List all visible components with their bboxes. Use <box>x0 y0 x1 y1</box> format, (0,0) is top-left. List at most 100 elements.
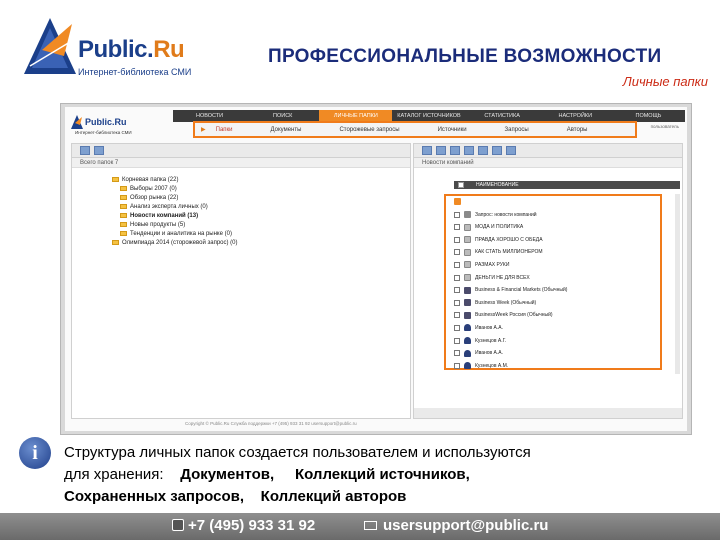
info-text: Структура личных папок создается пользов… <box>64 442 664 508</box>
folder-icon <box>120 221 127 227</box>
app-status-bar: Copyright © Public.Ru Служба поддержки +… <box>185 421 357 426</box>
list-item-label: Запрос: новости компаний <box>475 211 537 218</box>
info-line-1: Структура личных папок создается пользов… <box>64 444 531 461</box>
list-item[interactable]: Иванов А.А. <box>454 348 503 359</box>
row-checkbox[interactable] <box>454 274 460 281</box>
list-item-label: Иванов А.А. <box>475 350 504 357</box>
list-item[interactable]: ДЕНЬГИ НЕ ДЛЯ ВСЕХ <box>454 272 530 283</box>
list-item-label: РАЗМАХ РУКИ <box>475 261 510 268</box>
folder-tree-item[interactable]: Новости компаний (13) <box>112 212 410 221</box>
list-item-label: Business Week (Обычный) <box>475 299 537 306</box>
app-logo: Public.Ru Интернет-библиотека СМИ <box>71 115 132 137</box>
list-item[interactable]: BusinessWeek Россия (Обычный) <box>454 310 553 321</box>
row-checkbox[interactable] <box>454 261 460 268</box>
footer-phone[interactable]: +7 (495) 933 31 92 <box>172 517 315 534</box>
row-checkbox[interactable] <box>454 211 460 218</box>
sub-nav-item[interactable]: Авторы <box>557 127 598 133</box>
row-checkbox[interactable] <box>454 299 460 306</box>
delete-icon[interactable] <box>464 146 474 155</box>
list-item-label: МОДА И ПОЛИТИКА <box>475 224 524 231</box>
list-star-row <box>454 196 465 207</box>
folder-label: Новые продукты (5) <box>130 222 186 228</box>
user-icon <box>464 362 471 370</box>
copy-icon[interactable] <box>450 146 460 155</box>
sub-nav-item[interactable]: Запросы <box>495 127 539 133</box>
folder-tree-item[interactable]: Выборы 2007 (0) <box>112 185 410 194</box>
sub-nav-item[interactable]: Источники <box>428 127 477 133</box>
folder-label: Выборы 2007 (0) <box>130 186 177 192</box>
doc-icon <box>464 236 471 244</box>
row-checkbox[interactable] <box>454 350 460 357</box>
list-item[interactable]: МОДА И ПОЛИТИКА <box>454 222 523 233</box>
row-checkbox[interactable] <box>454 324 460 331</box>
user-icon <box>464 349 471 357</box>
folder-label: Корневая папка (22) <box>122 177 179 183</box>
folder-tree-item[interactable]: Новые продукты (5) <box>112 221 410 230</box>
list-item-label: ДЕНЬГИ НЕ ДЛЯ ВСЕХ <box>475 274 530 281</box>
folder-label: Тенденции и аналитика на рынке (0) <box>130 231 232 237</box>
folder-tree-item[interactable]: Тенденции и аналитика на рынке (0) <box>112 230 410 239</box>
folder-icon <box>120 230 127 236</box>
book-icon <box>464 299 471 307</box>
info-line-3: Сохраненных запросов, Коллекций авторов <box>64 488 407 505</box>
sub-nav-item[interactable]: Сторожевые запросы <box>329 127 409 133</box>
info-line-2: для хранения: Документов, Коллекций исто… <box>64 466 470 483</box>
documents-footer <box>414 408 682 418</box>
doc-icon <box>464 248 471 256</box>
list-item[interactable]: Иванов А.А. <box>454 322 503 333</box>
logo: Public.Ru Интернет-библиотека СМИ <box>22 14 192 84</box>
folder-icon <box>120 212 127 218</box>
row-checkbox[interactable] <box>454 287 460 294</box>
list-item[interactable]: Business & Financial Markets (Обычный) <box>454 285 567 296</box>
folder-icon <box>112 176 119 182</box>
list-column-header: НАИМЕНОВАНИЕ <box>454 181 680 189</box>
documents-toolbar <box>414 144 682 158</box>
logo-subtitle: Интернет-библиотека СМИ <box>78 67 192 77</box>
doc-icon <box>464 261 471 269</box>
check-icon[interactable] <box>506 146 516 155</box>
folder-tree-item[interactable]: Олимпиада 2014 (сторожевой запрос) (0) <box>112 239 410 248</box>
folder-tree-item[interactable]: Корневая папка (22) <box>112 176 410 185</box>
list-item-label: Кузнецов А.Г. <box>475 337 507 344</box>
sub-nav-item[interactable]: Документы <box>261 127 312 133</box>
row-checkbox[interactable] <box>454 337 460 344</box>
footer-email[interactable]: usersupport@public.ru <box>364 517 548 534</box>
folder-tree-item[interactable]: Анализ эксперта личных (0) <box>112 203 410 212</box>
row-checkbox[interactable] <box>454 312 460 319</box>
app-window: Public.Ru Интернет-библиотека СМИ НОВОСТ… <box>65 107 687 431</box>
list-item[interactable]: Кузнецов А.М. <box>454 360 508 371</box>
star-icon <box>454 198 461 205</box>
new-folder-icon[interactable] <box>80 146 90 155</box>
doc-icon <box>464 223 471 231</box>
forward-icon[interactable] <box>422 146 432 155</box>
folder-icon <box>112 239 119 245</box>
edit-folder-icon[interactable] <box>94 146 104 155</box>
folder-tree-item[interactable]: Обзор рынка (22) <box>112 194 410 203</box>
folder-label: Обзор рынка (22) <box>130 195 179 201</box>
folder-tree: Корневая папка (22) Выборы 2007 (0) Обзор … <box>72 168 410 248</box>
row-checkbox[interactable] <box>454 236 460 243</box>
folder-label: Новости компаний (13) <box>130 213 199 219</box>
book-icon <box>464 286 471 294</box>
user-icon <box>464 337 471 344</box>
export-icon[interactable] <box>492 146 502 155</box>
folder-icon <box>120 194 127 200</box>
list-item[interactable]: ПРАВДА ХОРОШО С ОБЕДА <box>454 234 543 245</box>
move-icon[interactable] <box>436 146 446 155</box>
list-item[interactable]: КАК СТАТЬ МИЛЛИОНЕРОМ <box>454 247 543 258</box>
folder-label: Олимпиада 2014 (сторожевой запрос) (0) <box>122 240 238 246</box>
user-link[interactable]: пользователь <box>651 124 679 129</box>
row-checkbox[interactable] <box>454 362 460 369</box>
scrollbar[interactable] <box>675 194 680 374</box>
list-item[interactable]: РАЗМАХ РУКИ <box>454 259 509 270</box>
sub-nav-item[interactable]: Папки <box>206 127 243 133</box>
list-item[interactable]: Запрос: новости компаний <box>454 209 537 220</box>
logo-triangle-icon <box>24 18 76 74</box>
list-item[interactable]: Business Week (Обычный) <box>454 297 536 308</box>
list-item[interactable]: Кузнецов А.Г. <box>454 335 506 346</box>
list-item-label: BusinessWeek Россия (Обычный) <box>475 312 553 319</box>
select-all-checkbox[interactable] <box>458 182 464 188</box>
row-checkbox[interactable] <box>454 249 460 256</box>
row-checkbox[interactable] <box>454 224 460 231</box>
print-icon[interactable] <box>478 146 488 155</box>
